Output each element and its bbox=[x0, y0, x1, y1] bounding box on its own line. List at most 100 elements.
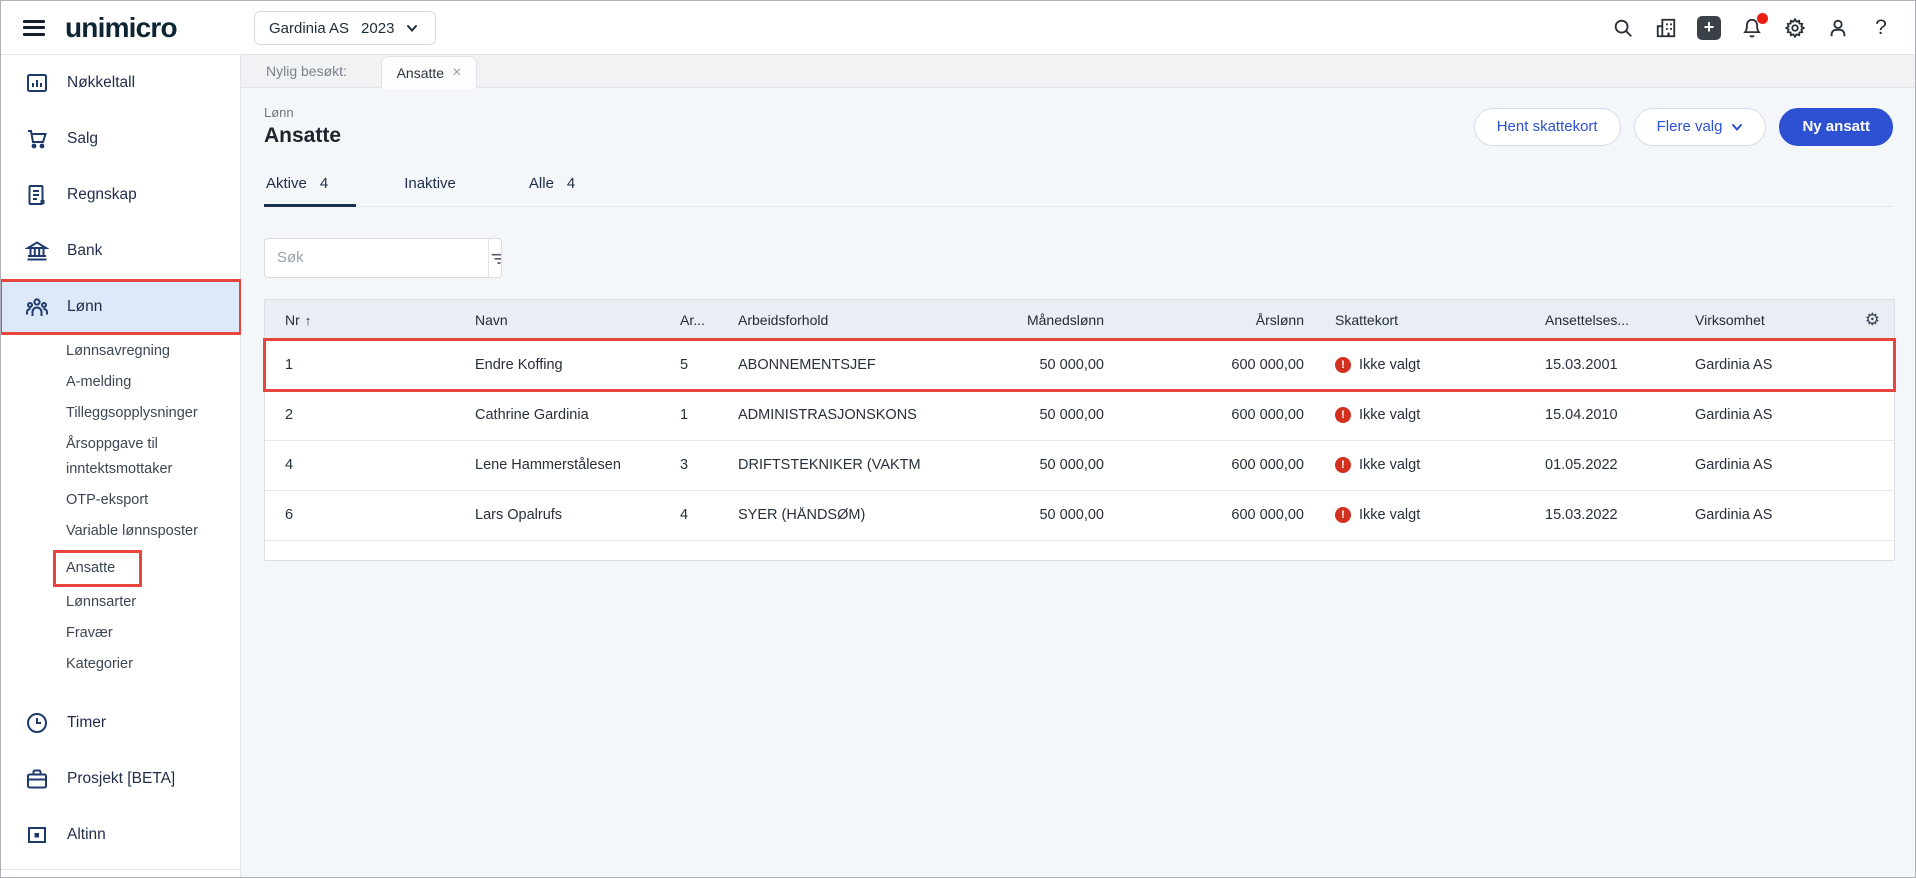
close-icon[interactable]: × bbox=[452, 64, 461, 82]
error-icon: ! bbox=[1335, 507, 1351, 523]
bar-chart-icon bbox=[25, 71, 49, 95]
skattekort-status: Ikke valgt bbox=[1359, 356, 1421, 373]
search-box bbox=[264, 237, 502, 278]
company-switch-icon[interactable] bbox=[1654, 16, 1678, 40]
skattekort-status: Ikke valgt bbox=[1359, 407, 1421, 423]
tab-inaktive[interactable]: Inaktive bbox=[402, 175, 481, 206]
sidebar-item-altinn[interactable]: Altinn bbox=[1, 809, 240, 861]
cell-ar: 4 bbox=[680, 507, 689, 523]
cell-navn: Lars Opalrufs bbox=[475, 507, 563, 523]
submenu-item-lonnsavregning[interactable]: Lønnsavregning bbox=[66, 339, 211, 364]
column-header-nr[interactable]: Nr ↑ bbox=[265, 312, 455, 328]
hamburger-menu-icon[interactable] bbox=[23, 16, 45, 39]
add-new-icon[interactable]: + bbox=[1697, 16, 1721, 40]
header-actions: Hent skattekort Flere valg Ny ansatt bbox=[1473, 107, 1893, 146]
submenu-item-lonnsarter[interactable]: Lønnsarter bbox=[66, 590, 211, 615]
cell-ar: 1 bbox=[680, 407, 689, 423]
company-name: Gardinia AS bbox=[269, 19, 350, 37]
tab-aktive[interactable]: Aktive 4 bbox=[264, 175, 357, 207]
error-icon: ! bbox=[1335, 356, 1351, 373]
tab-alle[interactable]: Alle 4 bbox=[527, 175, 587, 206]
search-input[interactable] bbox=[265, 238, 488, 277]
cell-ansettelse: 15.04.2010 bbox=[1545, 407, 1618, 423]
topbar-icon-group: + ? bbox=[1611, 1, 1893, 55]
submenu-item-fravaer[interactable]: Fravær bbox=[66, 621, 211, 646]
sidebar-item-prosjekt[interactable]: Prosjekt [BETA] bbox=[1, 753, 240, 805]
submenu-item-a-melding[interactable]: A-melding bbox=[66, 370, 211, 395]
recent-tab-label: Ansatte bbox=[396, 65, 445, 81]
hent-skattekort-button[interactable]: Hent skattekort bbox=[1473, 107, 1621, 146]
submenu-item-arsoppgave[interactable]: Årsoppgave til inntektsmottaker bbox=[66, 432, 211, 482]
clock-icon bbox=[25, 711, 49, 735]
cell-arbeidsforhold: SYER (HÅNDSØM) bbox=[738, 507, 866, 523]
cell-navn: Cathrine Gardinia bbox=[475, 407, 589, 423]
flere-valg-label: Flere valg bbox=[1656, 118, 1723, 135]
submenu-item-kategorier[interactable]: Kategorier bbox=[66, 652, 211, 677]
table-row[interactable]: 4 Lene Hammerstålesen 3 DRIFTSTEKNIKER (… bbox=[265, 439, 1894, 490]
cell-manedslonn: 50 000,00 bbox=[1039, 356, 1104, 373]
employees-table: Nr ↑ Navn Ar... Arbeidsforhold Månedslønn… bbox=[263, 298, 1896, 561]
page-title: Ansatte bbox=[264, 124, 342, 147]
app-window: unimicro Gardinia AS 2023 + ? Nøkkeltall… bbox=[0, 0, 1916, 878]
cell-virksomhet: Gardinia AS bbox=[1695, 356, 1773, 373]
flere-valg-button[interactable]: Flere valg bbox=[1633, 107, 1767, 146]
invoice-document-icon bbox=[25, 183, 49, 207]
profile-icon[interactable] bbox=[1826, 16, 1850, 40]
sidebar-item-nokkeltall[interactable]: Nøkkeltall bbox=[1, 57, 240, 109]
filter-icon[interactable] bbox=[488, 238, 501, 277]
sidebar-item-label: Regnskap bbox=[67, 186, 137, 203]
bank-icon bbox=[24, 239, 50, 263]
submenu-item-variable-lonnsposter[interactable]: Variable lønnsposter bbox=[66, 519, 246, 544]
ny-ansatt-button[interactable]: Ny ansatt bbox=[1779, 107, 1893, 146]
table-row[interactable]: 1 Endre Koffing 5 ABONNEMENTSJEF 50 000,… bbox=[263, 337, 1896, 392]
cell-ansettelse: 15.03.2022 bbox=[1545, 507, 1618, 523]
shopping-cart-icon bbox=[25, 127, 49, 151]
submenu-item-otp-eksport[interactable]: OTP-eksport bbox=[66, 488, 211, 513]
submenu-item-ansatte[interactable]: Ansatte bbox=[53, 550, 143, 587]
recent-tab-ansatte[interactable]: Ansatte × bbox=[381, 56, 477, 89]
cell-arbeidsforhold: ABONNEMENTSJEF bbox=[738, 356, 876, 373]
column-header-arbeidsforhold[interactable]: Arbeidsforhold bbox=[718, 312, 950, 328]
sidebar-bottom-divider bbox=[1, 869, 240, 870]
sidebar-item-timer[interactable]: Timer bbox=[1, 697, 240, 749]
sidebar-item-label: Timer bbox=[67, 714, 107, 731]
table-row[interactable]: 6 Lars Opalrufs 4 SYER (HÅNDSØM) 50 000,… bbox=[265, 489, 1894, 540]
tab-label: Alle bbox=[528, 175, 554, 192]
column-settings-gear-icon[interactable]: ⚙ bbox=[1845, 310, 1896, 330]
column-header-virksomhet[interactable]: Virksomhet bbox=[1675, 312, 1845, 328]
column-header-skattekort[interactable]: Skattekort bbox=[1310, 312, 1545, 328]
column-header-ansettelses[interactable]: Ansettelses... bbox=[1545, 312, 1675, 328]
lonn-submenu: Lønnsavregning A-melding Tilleggsopplysn… bbox=[1, 337, 240, 697]
column-header-ar[interactable]: Ar... bbox=[660, 312, 718, 328]
column-header-arslonn[interactable]: Årslønn bbox=[1110, 312, 1310, 328]
error-icon: ! bbox=[1335, 407, 1351, 423]
cell-manedslonn: 50 000,00 bbox=[1039, 457, 1104, 473]
cell-ansettelse: 15.03.2001 bbox=[1545, 356, 1618, 373]
notifications-bell-icon[interactable] bbox=[1740, 13, 1768, 40]
sidebar-item-salg[interactable]: Salg bbox=[1, 113, 240, 165]
cell-skattekort: ! Ikke valgt bbox=[1310, 457, 1545, 473]
table-row[interactable]: 2 Cathrine Gardinia 1 ADMINISTRASJONSKON… bbox=[265, 389, 1894, 440]
sidebar-item-label: Altinn bbox=[67, 826, 106, 843]
sidebar-item-regnskap[interactable]: Regnskap bbox=[1, 169, 240, 221]
column-header-manedslonn[interactable]: Månedslønn bbox=[950, 312, 1110, 328]
sidebar-item-label: Bank bbox=[67, 242, 103, 259]
tab-count: 4 bbox=[566, 175, 576, 192]
top-bar: unimicro Gardinia AS 2023 + ? bbox=[1, 1, 1915, 55]
sidebar: Nøkkeltall Salg Regnskap Bank Lønn Lønns… bbox=[1, 55, 242, 877]
sidebar-item-lonn[interactable]: Lønn bbox=[1, 279, 242, 335]
cell-nr: 1 bbox=[285, 356, 294, 373]
cell-virksomhet: Gardinia AS bbox=[1695, 507, 1773, 523]
recently-visited-strip: Nylig besøkt: Ansatte × bbox=[241, 55, 1915, 89]
cell-navn: Endre Koffing bbox=[475, 356, 563, 373]
company-selector[interactable]: Gardinia AS 2023 bbox=[254, 11, 436, 45]
submenu-item-tilleggsopplysninger[interactable]: Tilleggsopplysninger bbox=[66, 401, 246, 426]
help-icon[interactable]: ? bbox=[1869, 16, 1893, 40]
sidebar-item-bank[interactable]: Bank bbox=[1, 225, 240, 277]
cell-nr: 2 bbox=[285, 407, 294, 423]
settings-gear-icon[interactable] bbox=[1783, 16, 1807, 40]
column-header-navn[interactable]: Navn bbox=[455, 312, 660, 328]
cell-arslonn: 600 000,00 bbox=[1231, 457, 1304, 473]
search-icon[interactable] bbox=[1611, 16, 1635, 40]
cell-arslonn: 600 000,00 bbox=[1231, 507, 1304, 523]
